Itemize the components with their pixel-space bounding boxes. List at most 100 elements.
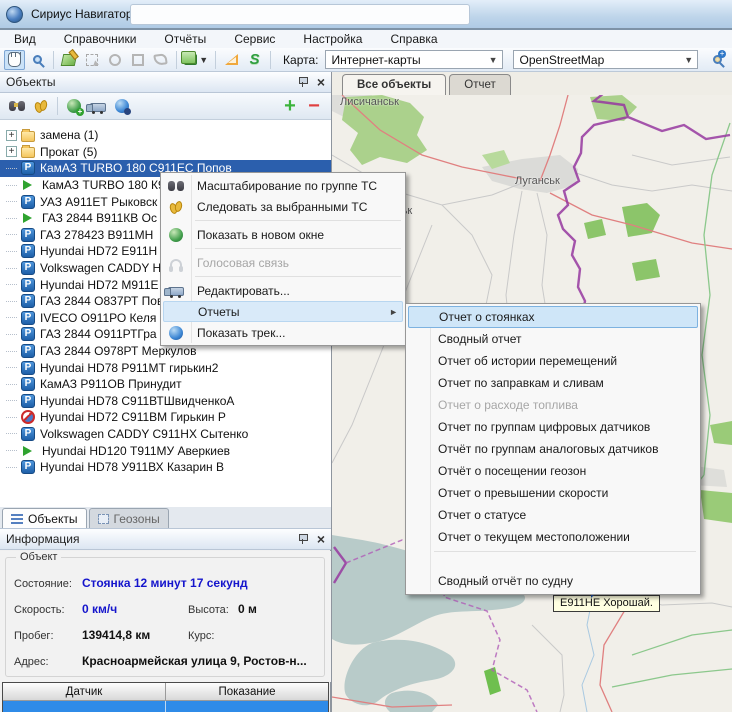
submenu-item[interactable]: Отчет по заправкам и сливам	[408, 372, 698, 394]
map-source-select[interactable]: Интернет-карты ▼	[325, 50, 503, 69]
submenu-item[interactable]	[408, 548, 698, 570]
submenu-item[interactable]: Сводный отчет	[408, 328, 698, 350]
route-button[interactable]: S	[244, 50, 265, 70]
remove-object-button[interactable]: −	[303, 96, 325, 116]
measure-button[interactable]	[221, 50, 242, 70]
expander-icon[interactable]	[6, 146, 17, 157]
pin-icon[interactable]	[297, 76, 309, 88]
follow-button[interactable]	[30, 96, 52, 116]
submenu-item[interactable]: Сводный отчёт по судну	[408, 570, 698, 592]
app-icon	[6, 6, 23, 23]
polygon-icon	[153, 53, 167, 66]
vehicle-status-icon	[21, 394, 35, 408]
tree-item[interactable]: Прокат (5)	[0, 144, 331, 161]
menubar-item[interactable]: Настройка	[289, 30, 376, 48]
expander-icon[interactable]	[6, 246, 17, 257]
show-on-map-button[interactable]: +	[63, 96, 85, 116]
map-edit-button[interactable]	[59, 50, 80, 70]
map-tab[interactable]: Все объекты	[342, 74, 446, 95]
draw-rectangle-button[interactable]	[127, 50, 148, 70]
mileage-value: 139414,8 км	[82, 628, 170, 642]
expander-icon[interactable]	[6, 130, 17, 141]
expander-icon[interactable]	[6, 196, 17, 207]
tree-item[interactable]: Hyundai HD78 С911ВТШвидченкоА	[0, 393, 331, 410]
vehicle-button[interactable]	[87, 96, 109, 116]
context-menu-item[interactable]: Следовать за выбранными ТС	[163, 196, 403, 217]
submenu-item[interactable]: Отчет о текущем местоположении	[408, 526, 698, 548]
context-menu-item[interactable]	[163, 217, 403, 224]
context-menu-item[interactable]	[163, 273, 403, 280]
expander-icon[interactable]	[6, 263, 17, 274]
tree-item[interactable]: Hyundai HD78 Р911МТ гирькин2	[0, 359, 331, 376]
sensor-column-header[interactable]: Датчик	[3, 683, 166, 700]
sensor-row-selected[interactable]	[3, 701, 328, 712]
tree-item[interactable]: замена (1)	[0, 127, 331, 144]
context-menu-item[interactable]: Голосовая связь	[163, 252, 403, 273]
expander-icon[interactable]	[6, 180, 17, 191]
expander-icon[interactable]	[6, 428, 17, 439]
tab-objects[interactable]: Объекты	[2, 508, 87, 528]
expander-icon[interactable]	[6, 412, 17, 423]
draw-ellipse-button[interactable]	[104, 50, 125, 70]
submenu-item[interactable]: Отчет по группам цифровых датчиков	[408, 416, 698, 438]
close-icon[interactable]: ×	[317, 76, 325, 88]
tree-item[interactable]: Hyundai HD78 У911ВХ Казарин В	[0, 459, 331, 476]
expander-icon[interactable]	[6, 229, 17, 240]
submenu-item[interactable]: Отчет о статусе	[408, 504, 698, 526]
expander-icon[interactable]	[6, 163, 17, 174]
expander-icon[interactable]	[6, 296, 17, 307]
close-icon[interactable]: ×	[317, 533, 325, 545]
submenu-item[interactable]: Отчёт по группам аналоговых датчиков	[408, 438, 698, 460]
expander-icon[interactable]	[6, 445, 17, 456]
speed-label: Скорость:	[14, 604, 82, 616]
context-menu-item[interactable]: Масштабирование по группе ТС	[163, 175, 403, 196]
submenu-item[interactable]: Отчет о расходе топлива	[408, 394, 698, 416]
value-column-header[interactable]: Показание	[166, 683, 328, 700]
expander-icon[interactable]	[6, 346, 17, 357]
menubar-item[interactable]: Отчёты	[150, 30, 220, 48]
expander-icon[interactable]	[6, 329, 17, 340]
submenu-item[interactable]: Отчет об истории перемещений	[408, 350, 698, 372]
vehicle-status-icon	[21, 244, 35, 258]
tree-item[interactable]: Volkswagen CADDY С911НХ Сытенко	[0, 426, 331, 443]
expander-icon[interactable]	[6, 213, 17, 224]
tree-item-label: ГАЗ 2844 О837РТ Пов	[40, 294, 163, 308]
zoom-tool-button[interactable]	[27, 50, 48, 70]
context-menu-item[interactable]: Показать в новом окне	[163, 224, 403, 245]
tree-item[interactable]: Hyundai HD120 Т911МУ Аверкиев	[0, 442, 331, 459]
submenu-item[interactable]: Отчёт о посещении геозон	[408, 460, 698, 482]
pin-icon[interactable]	[297, 533, 309, 545]
context-menu-item[interactable]: Отчеты ►	[163, 301, 403, 322]
zoom-search-button[interactable]	[707, 50, 728, 70]
map-tab[interactable]: Отчет	[449, 74, 511, 95]
find-object-button[interactable]	[6, 96, 28, 116]
submenu-item[interactable]: Отчет о стоянках	[408, 306, 698, 328]
tree-item[interactable]: Hyundai HD72 С911ВМ Гирькин Р	[0, 409, 331, 426]
context-menu-item[interactable]	[163, 245, 403, 252]
menubar-item[interactable]: Справка	[376, 30, 451, 48]
expander-icon[interactable]	[6, 379, 17, 390]
expander-icon[interactable]	[6, 279, 17, 290]
layers-button[interactable]: ▼	[182, 50, 210, 70]
expander-icon[interactable]	[6, 462, 17, 473]
info-panel-header: Информация ×	[0, 529, 331, 550]
tree-item[interactable]: КамАЗ Р911ОВ Принудит	[0, 376, 331, 393]
context-menu-item[interactable]: Редактировать...	[163, 280, 403, 301]
object-groupbox: Объект Состояние: Стоянка 12 минут 17 се…	[5, 557, 325, 677]
select-shape-button[interactable]	[82, 50, 103, 70]
track-button[interactable]	[111, 96, 133, 116]
expander-icon[interactable]	[6, 312, 17, 323]
menubar-item[interactable]: Сервис	[220, 30, 289, 48]
map-provider-select[interactable]: OpenStreetMap ▼	[513, 50, 699, 69]
tab-geozones[interactable]: Геозоны	[89, 508, 169, 528]
expander-icon[interactable]	[6, 362, 17, 373]
expander-icon[interactable]	[6, 395, 17, 406]
pan-tool-button[interactable]	[4, 50, 25, 70]
context-menu-item[interactable]: Показать трек...	[163, 322, 403, 343]
tree-item-label: Hyundai HD78 С911ВТШвидченкоА	[40, 394, 234, 408]
add-object-button[interactable]: +	[279, 96, 301, 116]
menubar-item[interactable]: Справочники	[50, 30, 151, 48]
draw-polygon-button[interactable]	[150, 50, 171, 70]
submenu-item[interactable]: Отчет о превышении скорости	[408, 482, 698, 504]
menubar-item[interactable]: Вид	[0, 30, 50, 48]
